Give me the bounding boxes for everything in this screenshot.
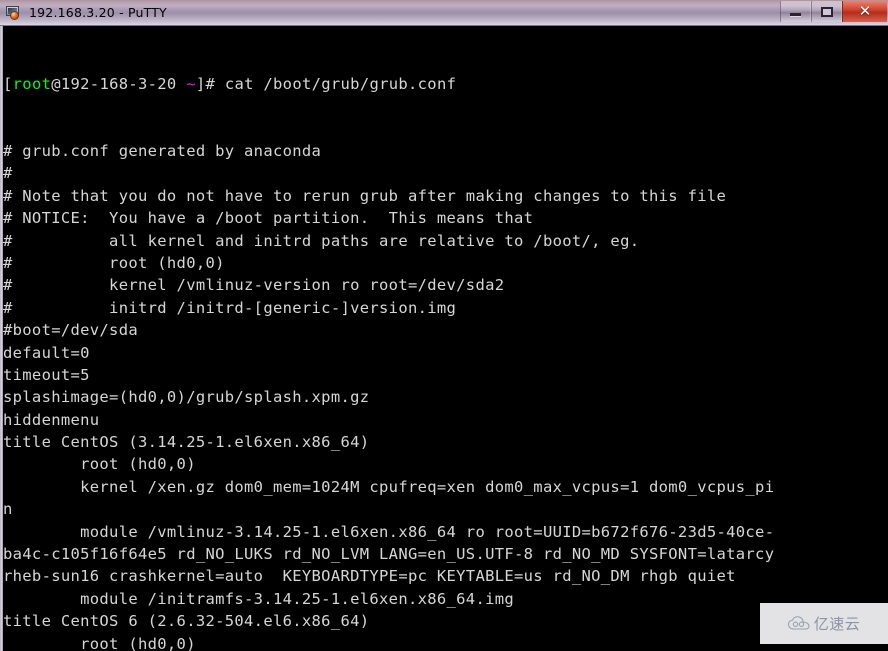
putty-window: 192.168.3.20 - PuTTY ✕ [root@192-168-3-2… [0,0,888,651]
terminal-line: title CentOS 6 (2.6.32-504.el6.x86_64) [3,612,370,631]
terminal-line: rheb-sun16 crashkernel=auto KEYBOARDTYPE… [3,567,736,586]
prompt-user: root [12,74,52,93]
terminal-line: title CentOS (3.14.25-1.el6xen.x86_64) [3,433,370,452]
terminal-line: # root (hd0,0) [3,253,225,272]
cloud-logo-icon [787,616,810,631]
terminal-line: # NOTICE: You have a /boot partition. Th… [3,209,534,228]
prompt-line: [root@192-168-3-20 ~]# cat /boot/grub/gr… [3,73,888,95]
terminal-line: splashimage=(hd0,0)/grub/splash.xpm.gz [3,388,370,407]
terminal-line: # grub.conf generated by anaconda [3,142,322,161]
prompt-cwd: ~ [186,74,196,93]
prompt-bracket-open: [ [3,74,13,93]
terminal-line: ba4c-c105f16f64e5 rd_NO_LUKS rd_NO_LVM L… [3,545,775,564]
maximize-button[interactable] [811,1,842,22]
prompt-host: @192-168-3-20 [51,74,187,93]
terminal-line: # kernel /vmlinuz-version ro root=/dev/s… [3,276,505,295]
putty-computer-icon [6,5,22,21]
window-title: 192.168.3.20 - PuTTY [29,5,167,20]
close-icon: ✕ [858,2,872,20]
terminal-line: # [3,164,13,183]
watermark-text: 亿速云 [813,615,861,633]
close-button[interactable]: ✕ [842,1,887,22]
terminal-line: hiddenmenu [3,410,100,429]
terminal-output[interactable]: [root@192-168-3-20 ~]# cat /boot/grub/gr… [3,26,888,651]
terminal-line: n [3,500,13,519]
terminal-line: #boot=/dev/sda [3,321,138,340]
watermark: 亿速云 [760,603,888,644]
prompt-bracket-close: ]# [195,74,225,93]
prompt-command: cat /boot/grub/grub.conf [224,74,457,93]
command-output: # grub.conf generated by anaconda # # Note… [3,140,888,651]
terminal-line: # Note that you do not have to rerun gru… [3,186,727,205]
terminal-line: root (hd0,0) [3,634,196,651]
terminal-line: module /initramfs-3.14.25-1.el6xen.x86_6… [3,589,515,608]
terminal-line: # all kernel and initrd paths are relati… [3,231,640,250]
terminal-line: kernel /xen.gz dom0_mem=1024M cpufreq=xe… [3,477,775,496]
window-controls: ✕ [780,1,887,22]
maximize-icon [820,6,833,17]
terminal-line: timeout=5 [3,365,90,384]
terminal-line: module /vmlinuz-3.14.25-1.el6xen.x86_64 … [3,522,775,541]
minimize-button[interactable] [780,1,811,22]
terminal-line: root (hd0,0) [3,455,196,474]
terminal-line: # initrd /initrd-[generic-]version.img [3,298,457,317]
minimize-icon [790,13,801,16]
terminal-area[interactable]: [root@192-168-3-20 ~]# cat /boot/grub/gr… [0,26,888,651]
terminal-line: default=0 [3,343,90,362]
window-title-bar[interactable]: 192.168.3.20 - PuTTY ✕ [0,0,888,26]
